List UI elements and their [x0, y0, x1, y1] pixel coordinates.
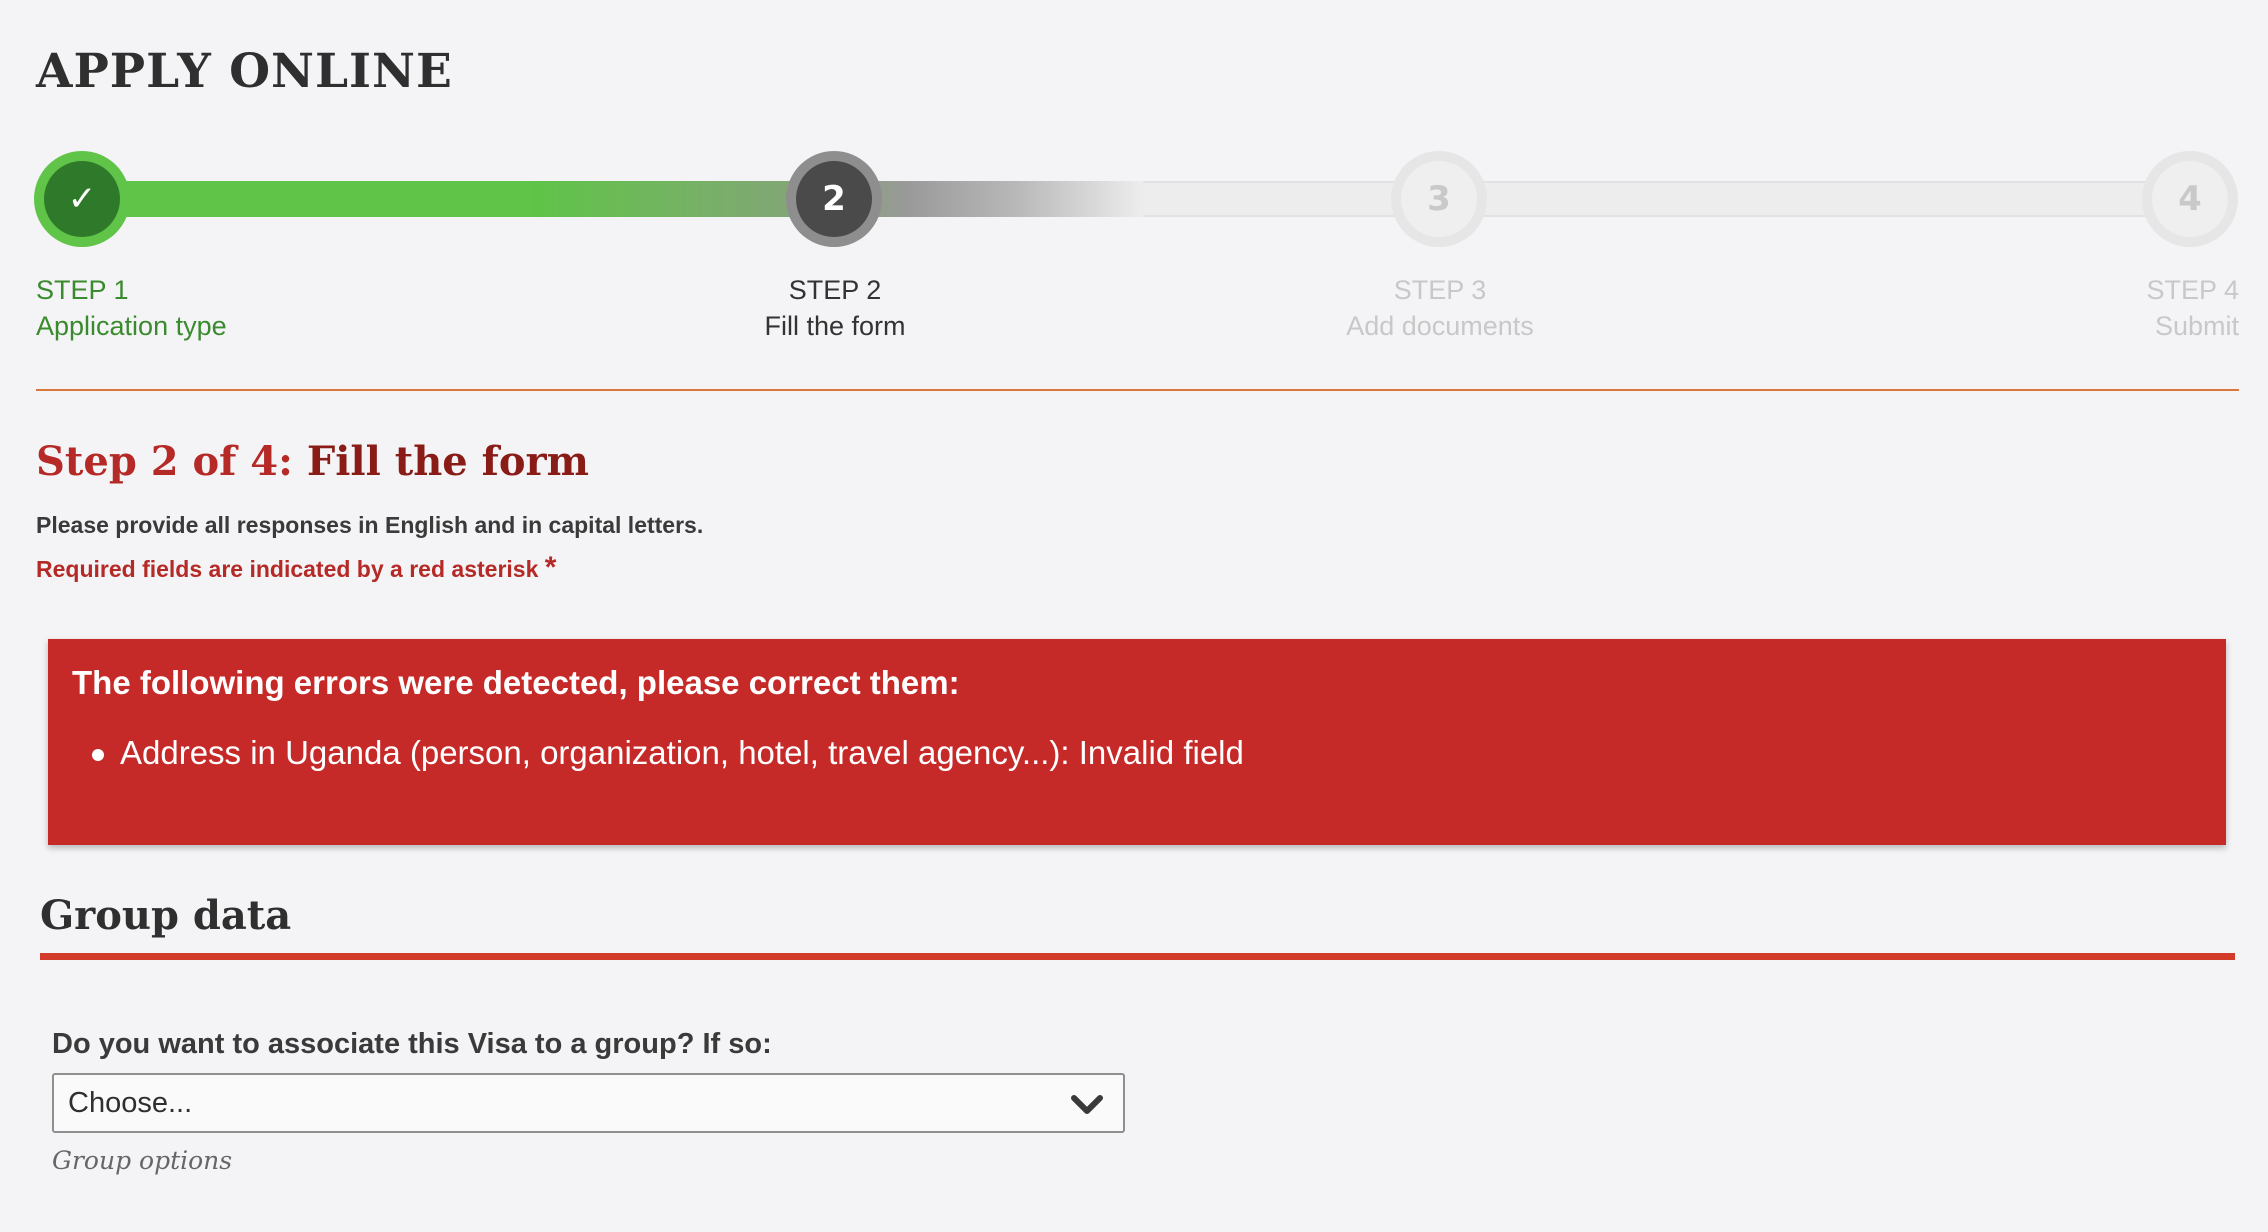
- step-1-caption: STEP 1: [36, 275, 129, 305]
- required-asterisk: *: [544, 551, 557, 584]
- required-fields-note: Required fields are indicated by a red a…: [36, 551, 556, 585]
- step-1-name: Application type: [36, 311, 227, 341]
- step-4-number: 4: [2152, 161, 2228, 237]
- step-4-caption: STEP 4: [2146, 275, 2239, 305]
- step-2-caption: STEP 2: [788, 275, 882, 305]
- step-1-circle[interactable]: ✓: [34, 151, 130, 247]
- chevron-down-icon: [1071, 1095, 1103, 1114]
- step-4-label: STEP 4 Submit: [2040, 272, 2239, 344]
- step-2-circle: 2: [786, 151, 882, 247]
- step-2-number: 2: [796, 161, 872, 237]
- group-options-hint: Group options: [52, 1146, 233, 1175]
- group-select[interactable]: Choose...: [52, 1073, 1125, 1133]
- form-step-prefix: Step 2 of 4:: [36, 438, 293, 485]
- step-2-label: STEP 2 Fill the form: [700, 272, 970, 344]
- step-4-name: Submit: [2154, 311, 2239, 341]
- progress-fill: [83, 181, 1143, 217]
- apply-online-page: APPLY ONLINE ✓ 2 3 4 STEP 1 Application …: [0, 0, 2268, 1232]
- form-step-name: Fill the form: [306, 438, 589, 485]
- step-3-name: Add documents: [1346, 311, 1534, 341]
- step-3-circle: 3: [1391, 151, 1487, 247]
- error-title: The following errors were detected, plea…: [72, 664, 960, 701]
- page-title: APPLY ONLINE: [36, 44, 453, 99]
- error-item: Address in Uganda (person, organization,…: [120, 734, 1244, 771]
- step-2-name: Fill the form: [764, 311, 906, 341]
- step-1-label[interactable]: STEP 1 Application type: [36, 272, 227, 344]
- group-select-value: Choose...: [68, 1087, 193, 1119]
- form-step-heading: Step 2 of 4: Fill the form: [36, 438, 589, 485]
- step-3-label: STEP 3 Add documents: [1300, 272, 1580, 344]
- group-question-label: Do you want to associate this Visa to a …: [52, 1028, 772, 1060]
- error-alert: The following errors were detected, plea…: [48, 639, 2226, 845]
- step-4-circle: 4: [2142, 151, 2238, 247]
- step-3-caption: STEP 3: [1393, 275, 1487, 305]
- required-note-text: Required fields are indicated by a red a…: [36, 556, 539, 582]
- header-divider: [36, 389, 2239, 391]
- section-divider: [40, 953, 2235, 960]
- language-instruction: Please provide all responses in English …: [36, 512, 704, 538]
- section-title-group-data: Group data: [40, 892, 292, 939]
- step-3-number: 3: [1401, 161, 1477, 237]
- bullet-icon: [92, 749, 104, 761]
- checkmark-icon: ✓: [44, 161, 120, 237]
